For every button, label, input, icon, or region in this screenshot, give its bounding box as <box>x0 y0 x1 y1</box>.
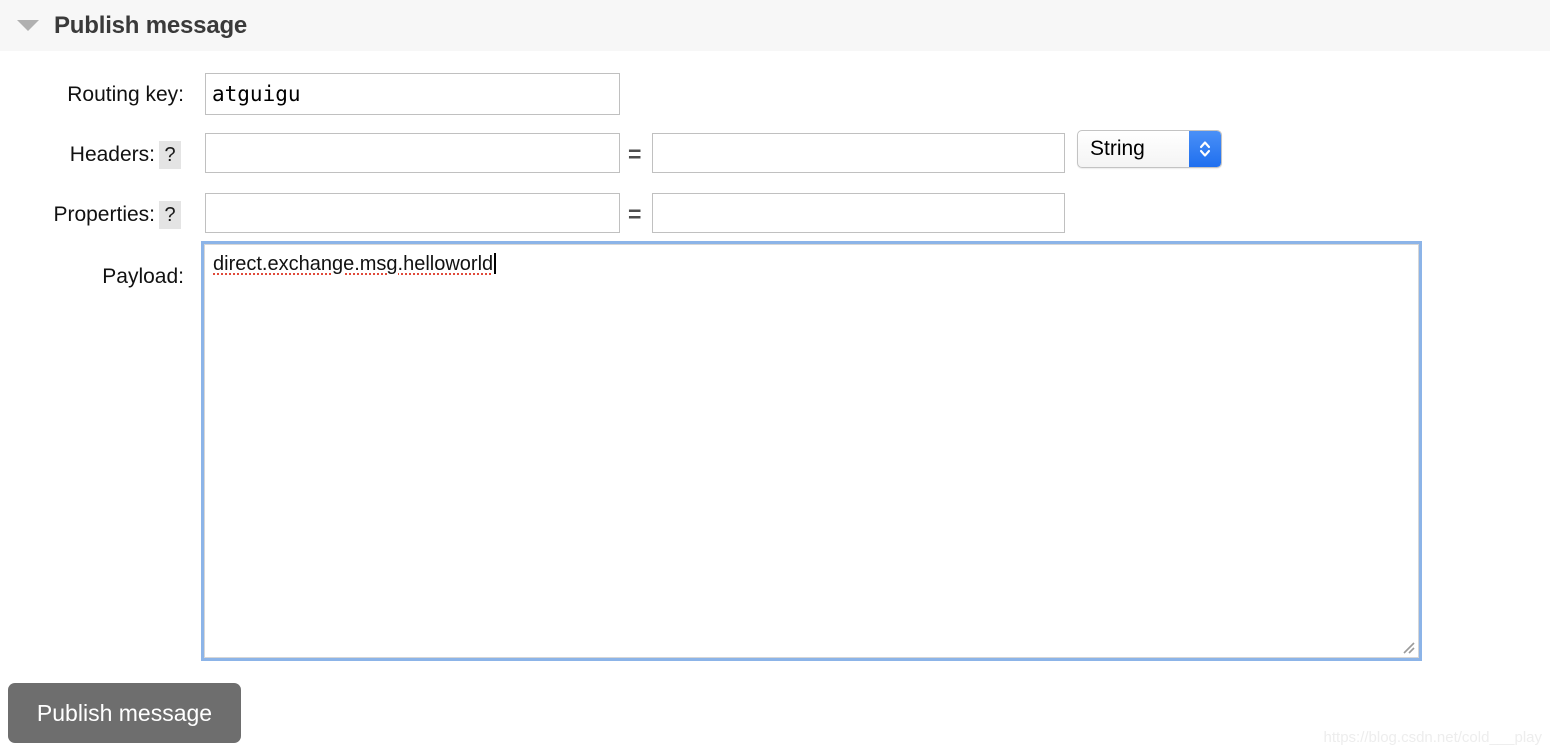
payload-textarea[interactable]: direct.exchange.msg.helloworld <box>201 241 1422 661</box>
headers-help-icon[interactable]: ? <box>159 141 181 169</box>
publish-message-button[interactable]: Publish message <box>8 683 241 743</box>
payload-text: direct.exchange.msg.helloworld <box>213 253 497 276</box>
headers-type-select[interactable]: String <box>1077 130 1222 168</box>
text-cursor <box>494 253 497 274</box>
publish-message-header[interactable]: Publish message <box>0 0 1550 51</box>
properties-label: Properties: <box>53 203 155 226</box>
headers-key-input[interactable] <box>205 133 620 173</box>
payload-label: Payload: <box>102 265 184 288</box>
chevron-up-down-icon[interactable] <box>1189 131 1221 167</box>
routing-key-label: Routing key: <box>67 83 184 106</box>
properties-value-input[interactable] <box>652 193 1065 233</box>
payload-textarea-inner: direct.exchange.msg.helloworld <box>204 244 1419 658</box>
payload-text-value: direct.exchange.msg.helloworld <box>213 253 494 275</box>
triangle-down-icon[interactable] <box>17 20 39 31</box>
resize-handle-icon[interactable] <box>1399 638 1415 654</box>
watermark: https://blog.csdn.net/cold___play <box>1323 729 1542 746</box>
properties-equals-sign: = <box>628 201 642 227</box>
page-title: Publish message <box>54 11 248 39</box>
headers-label: Headers: <box>69 143 155 166</box>
headers-type-select-value: String <box>1090 137 1145 160</box>
headers-value-input[interactable] <box>652 133 1065 173</box>
routing-key-input[interactable] <box>205 73 620 115</box>
properties-key-input[interactable] <box>205 193 620 233</box>
headers-equals-sign: = <box>628 141 642 167</box>
properties-help-icon[interactable]: ? <box>159 201 181 229</box>
